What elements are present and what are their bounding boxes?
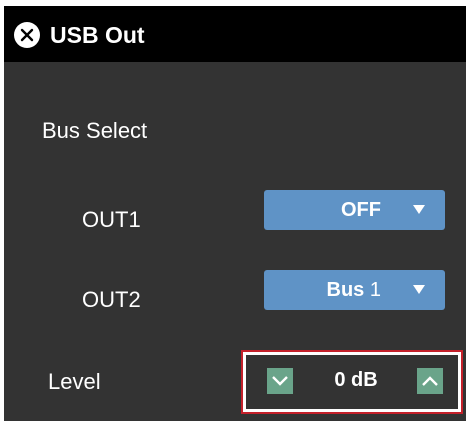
level-value: 0 dB: [334, 369, 378, 391]
close-circle-icon: [20, 28, 34, 42]
level-stepper-highlight: 0 dB: [241, 350, 463, 414]
triangle-down-icon: [413, 205, 425, 214]
out1-value: OFF: [341, 199, 381, 221]
triangle-down-icon: [413, 285, 425, 294]
level-increment-button[interactable]: [417, 368, 443, 394]
level-decrement-button[interactable]: [267, 368, 293, 394]
close-button[interactable]: [14, 22, 40, 48]
out2-value: Bus 1: [326, 279, 381, 301]
out2-label: OUT2: [82, 287, 141, 312]
out2-dropdown[interactable]: Bus 1: [264, 270, 445, 310]
chevron-up-icon: [422, 376, 438, 386]
out1-label: OUT1: [82, 207, 141, 232]
out1-dropdown[interactable]: OFF: [264, 190, 445, 230]
window-title: USB Out: [50, 22, 145, 48]
level-label: Level: [48, 369, 101, 394]
title-bar: USB Out: [4, 6, 466, 62]
bus-select-heading: Bus Select: [42, 118, 148, 143]
chevron-down-icon: [272, 376, 288, 386]
usb-out-panel: USB Out Bus Select OUT1 OFF OUT2 Bus 1 L…: [4, 6, 466, 421]
level-stepper: 0 dB: [246, 355, 458, 409]
